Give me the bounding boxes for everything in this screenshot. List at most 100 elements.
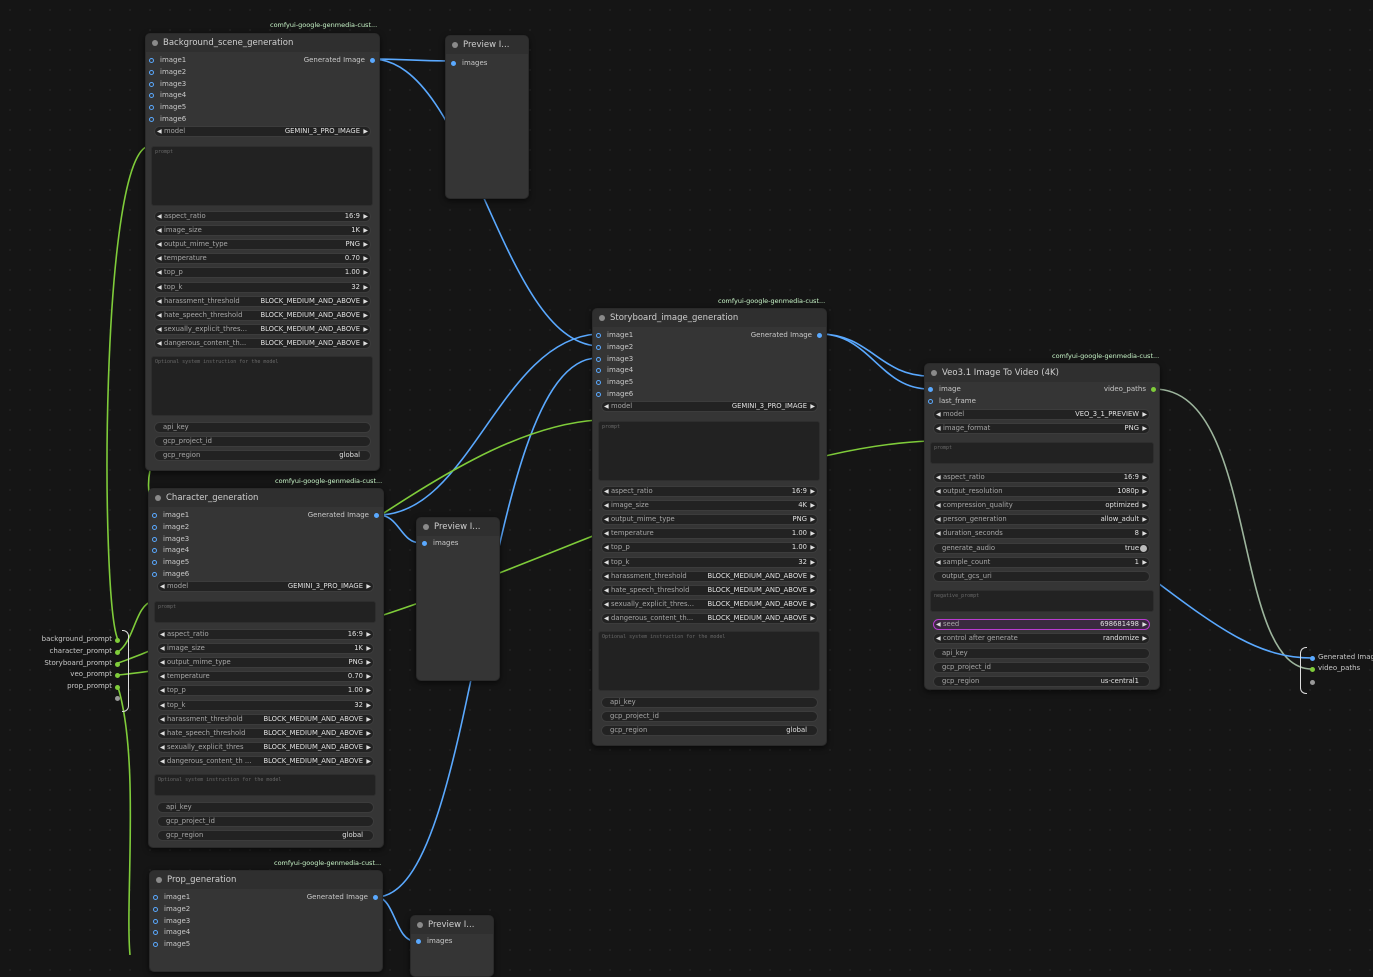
input-image4[interactable]: image4 xyxy=(596,365,633,376)
toggle-knob-icon[interactable] xyxy=(1140,545,1147,552)
increment-arrow-icon[interactable]: ▶ xyxy=(363,311,368,320)
increment-arrow-icon[interactable]: ▶ xyxy=(366,686,371,695)
input-image3[interactable]: image3 xyxy=(153,916,190,927)
decrement-arrow-icon[interactable]: ◀ xyxy=(157,226,162,235)
decrement-arrow-icon[interactable]: ◀ xyxy=(160,701,165,710)
input-image2[interactable]: image2 xyxy=(596,342,633,353)
model-select[interactable]: ◀ model GEMINI_3_PRO_IMAGE ▶ xyxy=(601,401,818,412)
decrement-arrow-icon[interactable]: ◀ xyxy=(160,757,165,766)
port-icon[interactable] xyxy=(1310,667,1315,672)
decrement-arrow-icon[interactable]: ◀ xyxy=(936,501,941,510)
input-image5[interactable]: image5 xyxy=(152,557,189,568)
param-dangerous-content-th[interactable]: ◀ dangerous_content_th... BLOCK_MEDIUM_AND… xyxy=(154,337,371,349)
decrement-arrow-icon[interactable]: ◀ xyxy=(160,686,165,695)
decrement-arrow-icon[interactable]: ◀ xyxy=(936,473,941,482)
prompt-textarea[interactable]: prompt xyxy=(151,146,373,206)
param-top-p[interactable]: ◀ top_p 1.00 ▶ xyxy=(601,542,818,554)
increment-arrow-icon[interactable]: ▶ xyxy=(1142,515,1147,524)
model-select[interactable]: ◀ model GEMINI_3_PRO_IMAGE ▶ xyxy=(154,126,371,137)
system-instruction-textarea[interactable]: Optional system instruction for the mode… xyxy=(154,774,376,796)
output-generated-image[interactable]: Generated Image xyxy=(751,330,822,341)
param-hate-speech-threshold[interactable]: ◀ hate_speech_threshold BLOCK_MEDIUM_AND_A… xyxy=(601,584,818,596)
decrement-arrow-icon[interactable]: ◀ xyxy=(157,325,162,334)
gcp-project-id-field[interactable]: gcp_project_id xyxy=(157,816,374,827)
increment-arrow-icon[interactable]: ▶ xyxy=(366,644,371,653)
input-image2[interactable]: image2 xyxy=(153,904,190,915)
increment-arrow-icon[interactable]: ▶ xyxy=(366,672,371,681)
decrement-arrow-icon[interactable]: ◀ xyxy=(604,614,609,623)
gcp-region-field[interactable]: gcp_region global xyxy=(601,725,818,736)
increment-arrow-icon[interactable]: ▶ xyxy=(1142,634,1147,643)
param-hate-speech-threshold[interactable]: ◀ hate_speech_threshold BLOCK_MEDIUM_AND_A… xyxy=(154,309,371,321)
decrement-arrow-icon[interactable]: ◀ xyxy=(604,558,609,567)
decrement-arrow-icon[interactable]: ◀ xyxy=(936,620,941,629)
increment-arrow-icon[interactable]: ▶ xyxy=(366,757,371,766)
param-harassment-threshold[interactable]: ◀ harassment_threshold BLOCK_MEDIUM_AND_AB… xyxy=(157,713,374,725)
param-duration-seconds[interactable]: ◀ duration_seconds 8 ▶ xyxy=(933,528,1150,540)
param-aspect-ratio[interactable]: ◀ aspect_ratio 16:9 ▶ xyxy=(601,486,818,497)
param-output-mime-type[interactable]: ◀ output_mime_type PNG ▶ xyxy=(601,514,818,526)
increment-arrow-icon[interactable]: ▶ xyxy=(366,582,371,591)
decrement-arrow-icon[interactable]: ◀ xyxy=(936,424,941,433)
increment-arrow-icon[interactable]: ▶ xyxy=(810,529,815,538)
decrement-arrow-icon[interactable]: ◀ xyxy=(160,644,165,653)
increment-arrow-icon[interactable]: ▶ xyxy=(363,127,368,136)
node-preview-image-1[interactable]: Preview I... images xyxy=(445,35,529,199)
decrement-arrow-icon[interactable]: ◀ xyxy=(157,339,162,348)
input-image1[interactable]: image1 xyxy=(596,330,633,341)
increment-arrow-icon[interactable]: ▶ xyxy=(810,600,815,609)
param-output-mime-type[interactable]: ◀ output_mime_type PNG ▶ xyxy=(157,657,374,669)
reroute-output-character-prompt[interactable]: character_prompt xyxy=(50,647,112,655)
input-image2[interactable]: image2 xyxy=(152,522,189,533)
param-aspect-ratio[interactable]: ◀ aspect_ratio 16:9 ▶ xyxy=(154,211,371,222)
param-aspect-ratio[interactable]: ◀ aspect_ratio 16:9 ▶ xyxy=(933,472,1150,483)
node-storyboard-image-generation[interactable]: Storyboard_image_generation Generated Ima… xyxy=(592,308,827,746)
decrement-arrow-icon[interactable]: ◀ xyxy=(604,586,609,595)
decrement-arrow-icon[interactable]: ◀ xyxy=(160,715,165,724)
decrement-arrow-icon[interactable]: ◀ xyxy=(160,630,165,639)
increment-arrow-icon[interactable]: ▶ xyxy=(363,226,368,235)
increment-arrow-icon[interactable]: ▶ xyxy=(363,212,368,221)
prompt-textarea[interactable]: prompt xyxy=(930,442,1154,464)
reroute-output-veo-prompt[interactable]: veo_prompt xyxy=(70,670,112,678)
input-image5[interactable]: image5 xyxy=(596,377,633,388)
reroute-output-background-prompt[interactable]: background_prompt xyxy=(42,635,112,643)
input-image1[interactable]: image1 xyxy=(153,892,190,903)
decrement-arrow-icon[interactable]: ◀ xyxy=(157,283,162,292)
api-key-field[interactable]: api_key xyxy=(601,697,818,708)
control-after-generate-select[interactable]: ◀ control after generate randomize ▶ xyxy=(933,633,1150,644)
gcp-region-field[interactable]: gcp_region global xyxy=(154,450,371,461)
node-background-scene-generation[interactable]: Background_scene_generation Generated Ima… xyxy=(145,33,380,471)
seed-field[interactable]: ◀ seed 698681498 ▶ xyxy=(933,619,1150,630)
input-images[interactable]: images xyxy=(422,538,458,549)
output-generated-image[interactable]: Generated Image xyxy=(308,510,379,521)
param-top-p[interactable]: ◀ top_p 1.00 ▶ xyxy=(154,267,371,279)
param-output-resolution[interactable]: ◀ output_resolution 1080p ▶ xyxy=(933,486,1150,498)
increment-arrow-icon[interactable]: ▶ xyxy=(810,543,815,552)
decrement-arrow-icon[interactable]: ◀ xyxy=(936,634,941,643)
input-image2[interactable]: image2 xyxy=(149,67,186,78)
increment-arrow-icon[interactable]: ▶ xyxy=(810,402,815,411)
node-preview-image-2[interactable]: Preview I... images xyxy=(416,517,500,681)
input-image1[interactable]: image1 xyxy=(149,55,186,66)
increment-arrow-icon[interactable]: ▶ xyxy=(366,658,371,667)
increment-arrow-icon[interactable]: ▶ xyxy=(810,572,815,581)
image-format-select[interactable]: ◀ image_format PNG ▶ xyxy=(933,423,1150,434)
decrement-arrow-icon[interactable]: ◀ xyxy=(936,515,941,524)
input-image6[interactable]: image6 xyxy=(152,569,189,580)
param-top-k[interactable]: ◀ top_k 32 ▶ xyxy=(601,556,818,568)
node-prop-generation[interactable]: Prop_generation Generated Image image1 ima… xyxy=(149,870,383,972)
reroute-output-storyboard-prompt[interactable]: Storyboard_prompt xyxy=(44,659,112,667)
decrement-arrow-icon[interactable]: ◀ xyxy=(160,658,165,667)
param-dangerous-content-th[interactable]: ◀ dangerous_content_th... BLOCK_MEDIUM_AND… xyxy=(601,612,818,624)
param-aspect-ratio[interactable]: ◀ aspect_ratio 16:9 ▶ xyxy=(157,629,374,640)
decrement-arrow-icon[interactable]: ◀ xyxy=(604,402,609,411)
decrement-arrow-icon[interactable]: ◀ xyxy=(160,672,165,681)
increment-arrow-icon[interactable]: ▶ xyxy=(363,297,368,306)
prompt-textarea[interactable]: prompt xyxy=(154,601,376,623)
decrement-arrow-icon[interactable]: ◀ xyxy=(157,212,162,221)
increment-arrow-icon[interactable]: ▶ xyxy=(366,630,371,639)
increment-arrow-icon[interactable]: ▶ xyxy=(366,743,371,752)
decrement-arrow-icon[interactable]: ◀ xyxy=(936,529,941,538)
decrement-arrow-icon[interactable]: ◀ xyxy=(160,729,165,738)
